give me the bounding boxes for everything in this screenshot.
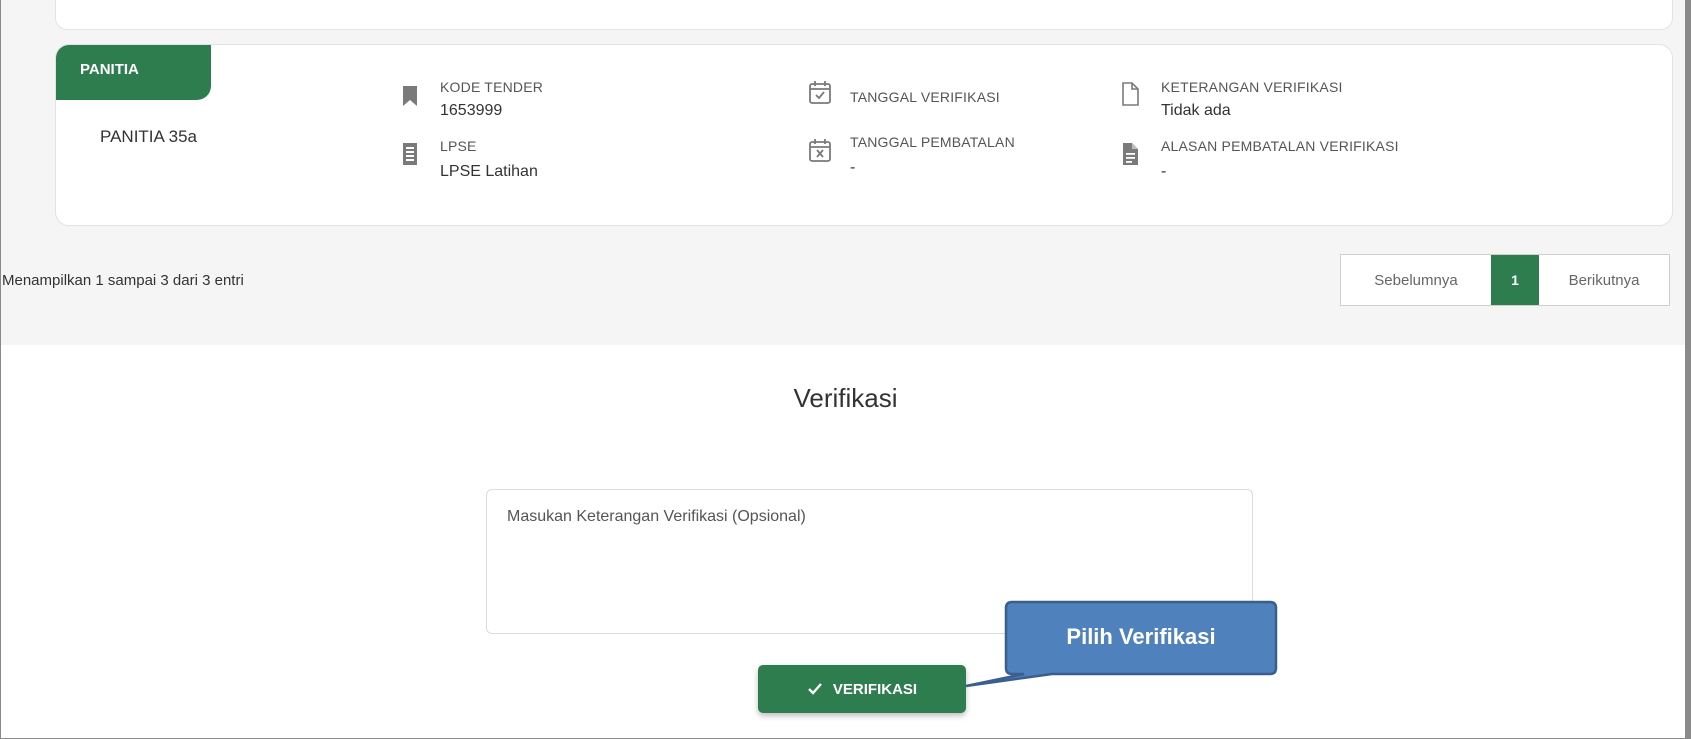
kode-tender-value: 1653999 <box>440 102 503 119</box>
document-filled-icon <box>1123 143 1138 165</box>
verification-entry-card: PANITIA PANITIA 35a KODE TENDER 1653999 … <box>55 44 1673 226</box>
alasan-value: - <box>1161 163 1167 180</box>
tanggal-pembatalan-value: - <box>850 159 856 176</box>
verify-button-label: VERIFIKASI <box>832 680 918 698</box>
verification-title: Verifikasi <box>793 383 898 413</box>
callout-text: Pilih Verifikasi <box>1066 624 1216 649</box>
calendar-check-icon <box>809 81 831 104</box>
keterangan-value: Tidak ada <box>1161 102 1231 119</box>
verify-button[interactable]: VERIFIKASI <box>758 665 966 713</box>
kode-tender-label: KODE TENDER <box>440 79 544 95</box>
pagination: Sebelumnya 1 Berikutnya <box>1340 254 1670 306</box>
panitia-tab: PANITIA <box>56 45 211 100</box>
next-page-button[interactable]: Berikutnya <box>1539 255 1669 305</box>
lpse-label: LPSE <box>440 138 477 154</box>
page-1-button[interactable]: 1 <box>1491 255 1539 305</box>
tanggal-verifikasi-label: TANGGAL VERIFIKASI <box>850 89 1000 105</box>
building-icon <box>403 143 417 165</box>
bookmark-icon <box>403 86 417 106</box>
calendar-x-icon <box>809 139 831 162</box>
document-icon <box>1122 82 1139 106</box>
list-area: PANITIA PANITIA 35a KODE TENDER 1653999 … <box>1 0 1685 345</box>
keterangan-label: KETERANGAN VERIFIKASI <box>1161 79 1343 95</box>
lpse-value: LPSE Latihan <box>440 163 538 180</box>
pagination-info: Menampilkan 1 sampai 3 dari 3 entri <box>2 272 244 289</box>
tanggal-pembatalan-label: TANGGAL PEMBATALAN <box>850 134 1015 150</box>
panitia-name: PANITIA 35a <box>100 127 198 146</box>
checkmark-icon <box>808 683 822 695</box>
previous-entry-card <box>55 0 1673 30</box>
prev-page-button[interactable]: Sebelumnya <box>1341 255 1491 305</box>
alasan-label: ALASAN PEMBATALAN VERIFIKASI <box>1161 138 1399 154</box>
